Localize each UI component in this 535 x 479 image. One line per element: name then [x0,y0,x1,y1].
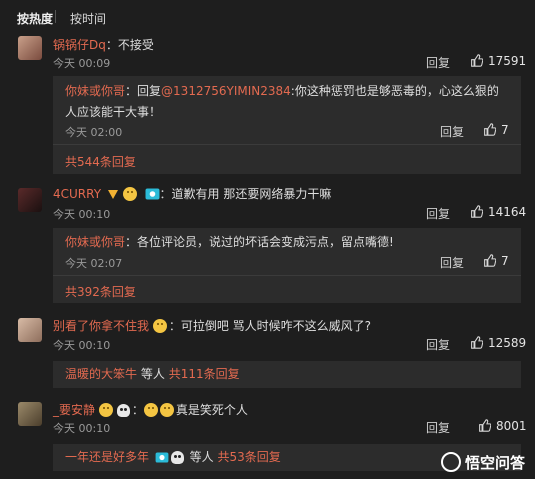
reply-user[interactable]: 一年还是好多年 [65,450,149,464]
like-button[interactable]: 7 [483,123,509,137]
comment-line: _要安静 ： 真是笑死个人 [53,403,248,417]
sort-divider [55,10,56,23]
comment-line: 锅锅仔Dq：不接受 [53,38,154,52]
reply-button[interactable]: 回复 [426,336,450,353]
camera-badge-icon [145,188,160,200]
emoji-icon [159,403,174,417]
reply-author[interactable]: 你妹或你哥 [65,235,125,249]
emoji-icon [98,403,113,417]
username[interactable]: _要安静 [53,403,95,417]
divider [53,275,521,276]
comment-item: 别看了你拿不住我 ：可拉倒吧 骂人时候咋不这么威风了? 今天 00:10 回复 … [0,314,535,388]
thumbs-up-icon [471,54,484,67]
colon: ： [125,84,138,98]
sort-bar: 按热度 按时间 [0,0,535,32]
colon: ： [168,319,181,333]
reply-box: 你妹或你哥：各位评论员，说过的坏话会变成污点，留点嘴德! 今天 02:07 回复… [53,228,521,303]
view-replies-link[interactable]: 共111条回复 [169,367,240,381]
skull-icon [116,404,130,417]
like-count: 14164 [488,205,527,219]
comment-line: 别看了你拿不住我 ：可拉倒吧 骂人时候咋不这么威风了? [53,319,371,333]
thumbs-up-icon [479,419,492,432]
avatar[interactable] [18,188,42,212]
emoji-icon [152,319,167,333]
reply-summary-text: 温暖的大笨牛 等人 共111条回复 [65,364,509,385]
comment-text: 道歉有用 那还要网络暴力干嘛 [171,187,332,201]
comment-time: 今天 00:10 [53,339,111,352]
comment-text: 真是笑死个人 [175,403,248,417]
comment-line: 4CURRY ：道歉有用 那还要网络暴力干嘛 [53,187,331,201]
reply-button[interactable]: 回复 [426,54,450,71]
comment-item: 4CURRY ：道歉有用 那还要网络暴力干嘛 今天 00:10 回复 14164… [0,184,535,304]
comment-text: 可拉倒吧 骂人时候咋不这么威风了? [180,319,372,333]
like-count: 17591 [488,54,527,68]
reply-button[interactable]: 回复 [440,254,464,271]
others-label: 等人 [140,367,165,381]
like-button[interactable]: 8001 [478,419,527,433]
reply-time: 今天 02:00 [65,126,123,139]
thumbs-up-icon [484,254,497,267]
emoji-icon [122,187,137,201]
like-button[interactable]: 7 [483,254,509,268]
view-replies-link[interactable]: 共392条回复 [65,283,136,300]
others-label: 等人 [189,450,214,464]
reply-button[interactable]: 回复 [426,419,450,436]
reply-prefix: 回复 [137,84,162,98]
mention-link[interactable]: @1312756YIMIN2384 [161,84,291,98]
reply-time: 今天 02:07 [65,257,123,270]
wukong-watermark: 悟空问答 [440,452,525,473]
reply-content: 各位评论员，说过的坏话会变成污点，留点嘴德! [137,235,394,249]
colon: ： [159,187,172,201]
comment-time: 今天 00:10 [53,422,111,435]
reply-text: 你妹或你哥：回复@1312756YIMIN2384:你这种惩罚也是够恶毒的，心这… [65,81,509,123]
like-button[interactable]: 14164 [470,205,526,219]
like-button[interactable]: 17591 [470,54,526,68]
like-count: 8001 [496,419,527,433]
skull-icon [170,451,184,464]
view-replies-link[interactable]: 共544条回复 [65,153,136,170]
username[interactable]: 锅锅仔Dq [53,38,106,52]
emoji-icon [143,403,158,417]
divider [53,144,521,145]
reply-author[interactable]: 你妹或你哥 [65,84,125,98]
view-replies-link[interactable]: 共53条回复 [218,450,281,464]
comment-time: 今天 00:09 [53,57,111,70]
reply-button[interactable]: 回复 [440,123,464,140]
colon: ： [131,403,144,417]
wukong-logo-icon [440,452,461,472]
reply-button[interactable]: 回复 [426,205,450,222]
avatar[interactable] [18,36,42,60]
colon: ： [105,38,118,52]
username[interactable]: 别看了你拿不住我 [53,319,149,333]
reply-box: 你妹或你哥：回复@1312756YIMIN2384:你这种惩罚也是够恶毒的，心这… [53,76,521,174]
avatar[interactable] [18,402,42,426]
like-button[interactable]: 12589 [470,336,526,350]
like-count: 7 [501,123,509,137]
sort-by-time-tab[interactable]: 按时间 [70,10,106,27]
verified-badge-icon [107,190,118,199]
comment-time: 今天 00:10 [53,208,111,221]
thumbs-up-icon [471,205,484,218]
reply-text: 你妹或你哥：各位评论员，说过的坏话会变成污点，留点嘴德! [65,232,509,253]
sort-by-hot-tab[interactable]: 按热度 [17,10,53,27]
username[interactable]: 4CURRY [53,187,101,201]
camera-badge-icon [155,452,169,463]
comment-item: 锅锅仔Dq：不接受 今天 00:09 回复 17591 你妹或你哥：回复@131… [0,34,535,174]
like-count: 12589 [488,336,527,350]
watermark-text: 悟空问答 [464,454,525,472]
colon: ： [125,235,138,249]
reply-user[interactable]: 温暖的大笨牛 [65,367,137,381]
reply-summary[interactable]: 温暖的大笨牛 等人 共111条回复 [53,361,521,388]
thumbs-up-icon [471,336,484,349]
like-count: 7 [501,254,509,268]
thumbs-up-icon [484,123,497,136]
avatar[interactable] [18,318,42,342]
comment-text: 不接受 [117,38,154,52]
